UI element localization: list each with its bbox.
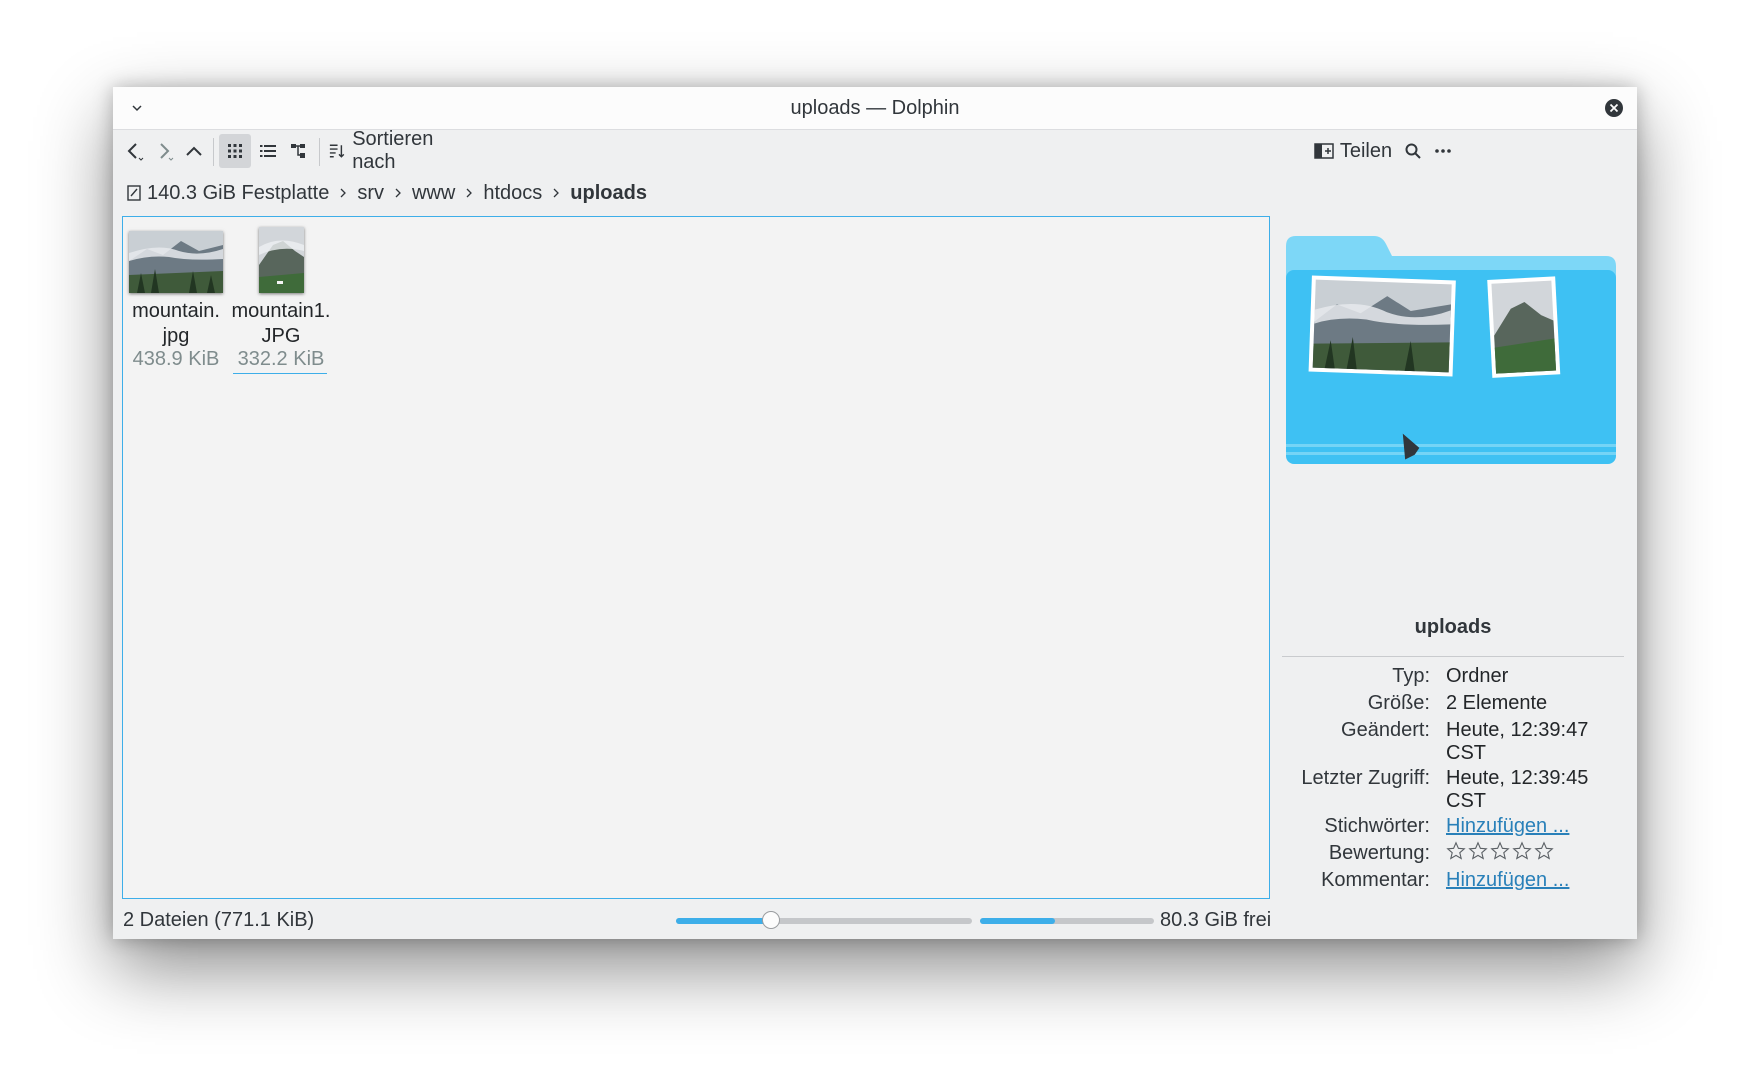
chevron-right-icon: [552, 187, 560, 199]
split-view-icon: [291, 144, 305, 158]
search-button[interactable]: [1398, 134, 1428, 168]
toolbar-separator: [319, 138, 320, 166]
focus-underline: [233, 373, 327, 374]
details-view-button[interactable]: [253, 134, 283, 168]
chevron-right-icon: [339, 187, 347, 199]
share-icon: [1314, 143, 1334, 159]
more-icon: [1435, 149, 1451, 153]
star-icon[interactable]: [1534, 841, 1554, 861]
breadcrumb-label: srv: [357, 181, 384, 204]
chevron-right-icon: [465, 187, 473, 199]
file-size: 438.9 KiB: [132, 348, 220, 370]
breadcrumb-item-htdocs[interactable]: htdocs: [483, 182, 542, 205]
up-button[interactable]: [179, 134, 209, 168]
info-value: Heute, 12:39:47 CST: [1446, 719, 1589, 764]
free-space-fill: [980, 918, 1055, 924]
info-label: Typ:: [1392, 665, 1430, 687]
sort-icon: [329, 144, 345, 158]
file-thumbnail: [129, 231, 223, 293]
file-item[interactable]: mountain. jpg 438.9 KiB: [129, 231, 229, 370]
info-divider: [1282, 656, 1624, 657]
close-icon[interactable]: [1605, 99, 1623, 117]
folder-preview-icon: [1286, 222, 1616, 482]
sort-button[interactable]: Sortieren nach: [325, 128, 477, 173]
breadcrumb-item-www[interactable]: www: [412, 182, 455, 205]
chevron-right-icon: [394, 187, 402, 199]
info-value: Ordner: [1446, 665, 1509, 687]
dolphin-window: uploads — Dolphin Sortieren nach Teilen …: [113, 87, 1637, 939]
star-icon[interactable]: [1446, 841, 1466, 861]
title-bar: uploads — Dolphin: [113, 87, 1637, 130]
search-icon: [1405, 143, 1421, 159]
breadcrumb-label: uploads: [570, 181, 647, 204]
file-name: mountain. jpg: [132, 300, 220, 347]
info-value: Heute, 12:39:45 CST: [1446, 767, 1589, 812]
up-icon: [186, 146, 202, 156]
info-label: Größe:: [1367, 692, 1430, 714]
information-panel: uploads Typ: Ordner Größe: 2 Elemente Ge…: [1276, 216, 1630, 899]
breadcrumb-item-srv[interactable]: srv: [357, 182, 384, 205]
share-button[interactable]: Teilen: [1313, 134, 1393, 168]
info-label: Bewertung:: [1328, 842, 1430, 864]
info-label: Geändert:: [1341, 719, 1430, 741]
drive-icon: [127, 185, 141, 201]
breadcrumb: 140.3 GiB Festplatte srv www htdocs uplo…: [127, 177, 647, 209]
more-button[interactable]: [1428, 134, 1458, 168]
free-space-bar: [980, 918, 1154, 924]
add-tags-link[interactable]: Hinzufügen ...: [1446, 815, 1626, 838]
file-item[interactable]: mountain1. JPG 332.2 KiB: [231, 227, 333, 374]
share-label: Teilen: [1339, 139, 1393, 162]
info-label: Kommentar:: [1321, 869, 1430, 891]
forward-button[interactable]: [149, 134, 179, 168]
free-space-text: 80.3 GiB frei: [1160, 909, 1272, 931]
zoom-slider[interactable]: [676, 911, 972, 929]
status-text: 2 Dateien (771.1 KiB): [123, 909, 315, 931]
file-name: mountain1. JPG: [231, 300, 331, 347]
star-icon[interactable]: [1512, 841, 1532, 861]
sort-label: Sortieren nach: [352, 128, 434, 173]
file-view[interactable]: mountain. jpg 438.9 KiB mountain1. JPG 332…: [122, 216, 1270, 899]
info-title: uploads: [1414, 616, 1492, 638]
zoom-slider-fill: [676, 918, 771, 924]
rating-stars[interactable]: [1446, 841, 1554, 861]
info-value: 2 Elemente: [1446, 692, 1548, 714]
add-comment-link[interactable]: Hinzufügen ...: [1446, 869, 1626, 892]
star-icon[interactable]: [1490, 841, 1510, 861]
breadcrumb-label: 140.3 GiB Festplatte: [147, 181, 330, 204]
breadcrumb-label: www: [412, 181, 456, 204]
icons-view-icon: [228, 144, 242, 158]
split-view-button[interactable]: [283, 134, 315, 168]
info-label: Stichwörter:: [1324, 815, 1430, 837]
status-bar: 2 Dateien (771.1 KiB) 80.3 GiB frei: [113, 902, 1637, 936]
breadcrumb-item-uploads[interactable]: uploads: [570, 182, 647, 205]
zoom-slider-handle[interactable]: [761, 911, 780, 929]
icons-view-button[interactable]: [219, 134, 251, 168]
file-thumbnail: [259, 227, 304, 293]
info-label: Letzter Zugriff:: [1301, 767, 1430, 789]
star-icon[interactable]: [1468, 841, 1488, 861]
back-icon: [127, 143, 144, 161]
toolbar: Sortieren nach Teilen: [113, 128, 1637, 173]
forward-icon: [160, 143, 174, 161]
file-size: 332.2 KiB: [237, 348, 325, 370]
toolbar-separator: [213, 138, 214, 166]
breadcrumb-label: htdocs: [483, 181, 543, 204]
breadcrumb-item-drive[interactable]: 140.3 GiB Festplatte: [127, 182, 329, 205]
details-view-icon: [260, 145, 276, 157]
back-button[interactable]: [119, 134, 149, 168]
window-title: uploads — Dolphin: [790, 97, 960, 119]
